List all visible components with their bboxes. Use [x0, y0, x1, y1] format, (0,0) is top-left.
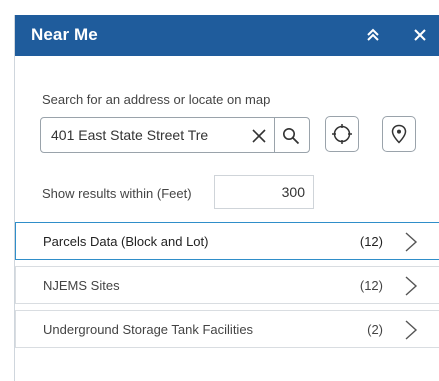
result-label: NJEMS Sites [43, 278, 120, 293]
search-button[interactable] [279, 124, 303, 148]
distance-label: Show results within (Feet) [42, 186, 192, 201]
result-count: (12) [359, 234, 383, 249]
results-list: Parcels Data (Block and Lot) (12) NJEMS … [15, 222, 439, 354]
result-label: Underground Storage Tank Facilities [43, 322, 254, 337]
result-row[interactable]: Underground Storage Tank Facilities (2) [15, 310, 439, 348]
result-label: Parcels Data (Block and Lot) [43, 234, 209, 249]
chevron-right-icon [405, 276, 418, 296]
double-chevron-up-icon [367, 28, 379, 41]
result-count: (12) [359, 278, 383, 293]
distance-input[interactable] [214, 175, 314, 209]
chevron-right-icon [405, 320, 418, 340]
address-search-input[interactable] [51, 125, 247, 145]
search-icon [283, 128, 300, 145]
chevron-right-icon [405, 232, 418, 252]
search-divider [274, 118, 275, 152]
panel-title: Near Me [31, 25, 98, 44]
panel-header: Near Me [15, 15, 439, 56]
result-count: (2) [367, 322, 383, 337]
result-row[interactable]: NJEMS Sites (12) [15, 266, 439, 304]
map-pin-icon [391, 124, 407, 144]
crosshair-icon [332, 124, 352, 144]
collapse-button[interactable] [362, 24, 384, 46]
select-location-on-map-button[interactable] [382, 116, 416, 152]
locate-me-button[interactable] [325, 116, 359, 152]
close-icon [414, 29, 426, 41]
close-button[interactable] [409, 24, 431, 46]
search-label: Search for an address or locate on map [42, 92, 271, 107]
address-search-box [40, 117, 310, 153]
near-me-panel: Near Me Search for an address or locate … [14, 15, 439, 381]
result-row[interactable]: Parcels Data (Block and Lot) (12) [15, 222, 439, 260]
close-icon [252, 129, 266, 143]
clear-search-button[interactable] [249, 126, 269, 146]
